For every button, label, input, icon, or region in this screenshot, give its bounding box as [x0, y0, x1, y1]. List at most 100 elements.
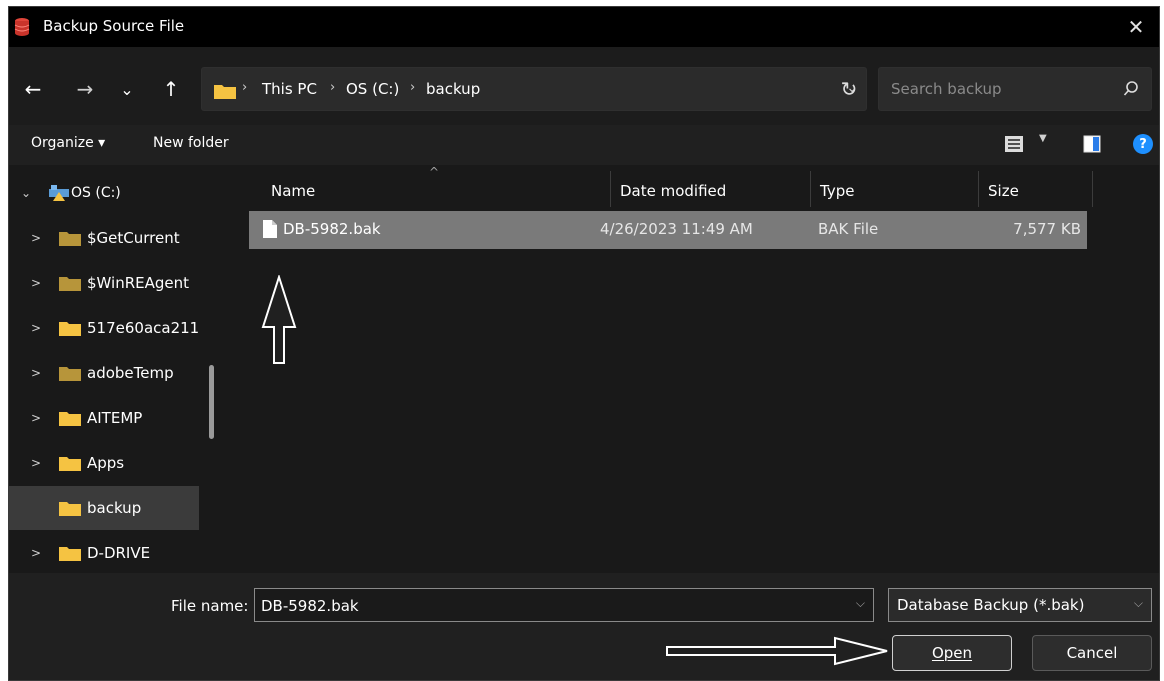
breadcrumb-separator: ›: [410, 80, 416, 95]
folder-icon: [59, 232, 81, 246]
breadcrumb-this-pc[interactable]: This PC: [262, 80, 317, 98]
file-list: ^ Name Date modified Type Size DB-5982.b…: [229, 165, 1159, 573]
up-button[interactable]: ↑: [157, 75, 185, 103]
details-view-icon[interactable]: [1005, 136, 1023, 152]
column-date-label: Date modified: [620, 182, 727, 200]
chevron-right-icon[interactable]: >: [31, 456, 41, 470]
file-name-field[interactable]: ⌵: [254, 588, 874, 622]
tree-item-os-c[interactable]: ⌄ OS (C:): [9, 171, 199, 215]
open-button-label: Open: [931, 644, 973, 662]
breadcrumb-backup[interactable]: backup: [426, 80, 480, 98]
column-type-label: Type: [820, 182, 855, 200]
back-button[interactable]: ←: [19, 75, 47, 103]
close-icon: ✕: [1127, 15, 1145, 39]
preview-pane-icon[interactable]: [1083, 135, 1101, 153]
tree-label: OS (C:): [71, 185, 121, 201]
file-size: 7,577 KB: [1013, 220, 1081, 238]
folder-icon: [214, 85, 236, 99]
help-glyph: ?: [1139, 136, 1147, 152]
chevron-right-icon[interactable]: >: [31, 411, 41, 425]
folder-icon: [59, 367, 81, 381]
column-header-type[interactable]: Type: [820, 173, 854, 209]
folder-icon: [59, 457, 81, 471]
tree-item-apps[interactable]: > Apps: [9, 441, 199, 485]
chevron-right-icon[interactable]: >: [31, 321, 41, 335]
help-icon[interactable]: ?: [1133, 134, 1153, 154]
navigation-bar: ← → ⌄ ↑ › This PC › OS (C:) › backup ⌄ ↻…: [9, 47, 1159, 125]
file-type: BAK File: [818, 220, 879, 238]
close-button[interactable]: ✕: [1113, 7, 1159, 47]
file-type-select[interactable]: Database Backup (*.bak) ⌵: [888, 588, 1152, 622]
organize-menu[interactable]: Organize ▾: [31, 135, 105, 151]
folder-icon: [59, 322, 81, 336]
file-name-input[interactable]: [261, 595, 841, 617]
chevron-down-icon[interactable]: ⌄: [21, 186, 31, 200]
forward-arrow-icon: →: [76, 77, 94, 101]
command-toolbar: Organize ▾ New folder ▼ ?: [9, 125, 1159, 165]
tree-label: backup: [87, 499, 142, 517]
search-placeholder: Search backup: [891, 80, 1002, 98]
column-divider[interactable]: [1092, 171, 1093, 207]
column-name-label: Name: [271, 182, 316, 200]
open-button[interactable]: Open: [892, 635, 1012, 671]
file-type-value: Database Backup (*.bak): [897, 596, 1085, 614]
search-icon: [1123, 81, 1138, 96]
breadcrumb-separator: ›: [330, 80, 336, 95]
forward-button[interactable]: →: [71, 75, 99, 103]
cancel-button[interactable]: Cancel: [1032, 635, 1152, 671]
up-arrow-icon: ↑: [162, 77, 180, 101]
tree-label: adobeTemp: [87, 364, 174, 382]
sort-ascending-icon: ^: [429, 165, 440, 179]
recent-locations-button[interactable]: ⌄: [113, 75, 141, 103]
folder-icon: [59, 412, 81, 426]
chevron-right-icon[interactable]: >: [31, 366, 41, 380]
breadcrumb-separator: ›: [242, 80, 248, 95]
navigation-tree: ⌄ OS (C:) > $GetCurrent > $WinREAgent > …: [9, 165, 229, 573]
breadcrumb-os-c[interactable]: OS (C:): [346, 80, 399, 98]
tree-item-getcurrent[interactable]: > $GetCurrent: [9, 216, 199, 260]
search-input[interactable]: Search backup: [878, 67, 1152, 111]
chevron-down-icon[interactable]: ⌵: [856, 596, 865, 611]
address-bar[interactable]: › This PC › OS (C:) › backup ⌄: [201, 67, 867, 111]
tree-item-winreagent[interactable]: > $WinREAgent: [9, 261, 199, 305]
tree-item-adobetemp[interactable]: > adobeTemp: [9, 351, 199, 395]
new-folder-button[interactable]: New folder: [153, 135, 229, 151]
open-file-dialog: Backup Source File ✕ ← → ⌄ ↑ › This PC ›…: [8, 6, 1160, 681]
tree-item-aitemp[interactable]: > AITEMP: [9, 396, 199, 440]
chevron-down-icon: ⌄: [120, 79, 134, 99]
cancel-button-label: Cancel: [1066, 644, 1118, 662]
tree-item-backup[interactable]: backup: [9, 486, 199, 530]
tree-label: $GetCurrent: [87, 229, 180, 247]
tree-label: D-DRIVE: [87, 544, 151, 562]
tree-scrollbar[interactable]: [209, 365, 214, 439]
column-divider[interactable]: [810, 171, 811, 207]
refresh-icon: ↻: [840, 77, 858, 101]
title-bar: Backup Source File ✕: [9, 7, 1159, 47]
tree-item-d-drive[interactable]: > D-DRIVE: [9, 531, 199, 573]
dialog-footer: File name: ⌵ Database Backup (*.bak) ⌵ O…: [9, 573, 1159, 680]
tree-label: $WinREAgent: [87, 274, 190, 292]
column-size-label: Size: [988, 182, 1019, 200]
tree-label: Apps: [87, 454, 125, 472]
chevron-right-icon[interactable]: >: [31, 276, 41, 290]
folder-icon: [59, 547, 81, 561]
column-header-size[interactable]: Size: [988, 173, 1019, 209]
tree-label: 517e60aca211: [87, 319, 200, 337]
column-header-date[interactable]: Date modified: [620, 173, 726, 209]
column-header-name[interactable]: Name: [271, 173, 315, 209]
folder-icon: [59, 277, 81, 291]
file-date: 4/26/2023 11:49 AM: [600, 220, 753, 238]
chevron-right-icon[interactable]: >: [31, 231, 41, 245]
folder-icon: [59, 502, 81, 516]
tree-label: AITEMP: [87, 409, 143, 427]
column-divider[interactable]: [610, 171, 611, 207]
chevron-right-icon[interactable]: >: [31, 546, 41, 560]
file-icon: [263, 220, 277, 238]
view-options-caret-icon[interactable]: ▼: [1039, 133, 1047, 144]
column-divider[interactable]: [978, 171, 979, 207]
file-row[interactable]: DB-5982.bak 4/26/2023 11:49 AM BAK File …: [249, 211, 1087, 249]
tree-item-517e60aca211[interactable]: > 517e60aca211: [9, 306, 199, 350]
refresh-button[interactable]: ↻: [829, 67, 869, 111]
database-app-icon: [14, 18, 30, 36]
window-title: Backup Source File: [43, 17, 185, 35]
